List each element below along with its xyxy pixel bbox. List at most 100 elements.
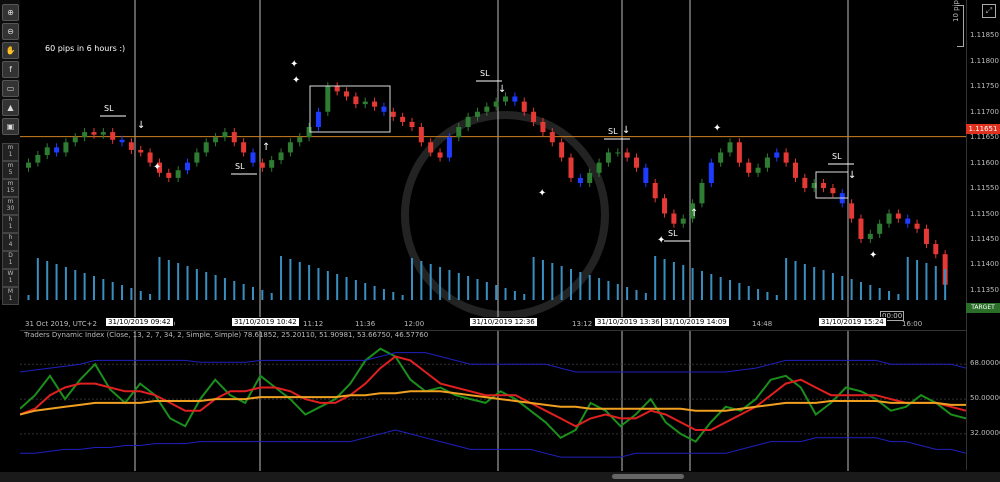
signal-star: ✦	[713, 123, 721, 134]
candle-body	[362, 101, 368, 105]
volume-bar	[532, 257, 535, 300]
candle-body	[680, 218, 686, 224]
sl-label: SL	[104, 104, 114, 113]
timeframe-button-D1[interactable]: D1	[2, 251, 19, 269]
price-chart-svg[interactable]: SL SL SL SL SL SL ↓ ↑ ↓ ↓ ↑ ↓ ✦ ✦ ✦ ✦ ✦ ✦ ✦	[20, 0, 966, 320]
volume-bar	[401, 295, 404, 300]
candle-body	[91, 132, 97, 135]
pips-label: 10 pips	[952, 0, 960, 22]
volume-bar	[223, 278, 226, 300]
consolidation-box	[309, 85, 391, 133]
sl-label: SL	[668, 229, 678, 238]
candle-body	[428, 142, 434, 153]
candle-body	[933, 244, 939, 255]
volume-bar	[242, 284, 245, 300]
paint-icon[interactable]: ▲	[2, 99, 19, 116]
indicator-svg[interactable]	[19, 331, 967, 471]
volume-bar	[878, 288, 881, 300]
volume-bar	[177, 263, 180, 300]
candle-body	[774, 152, 780, 158]
timeframe-button-m30[interactable]: m 30	[2, 197, 19, 215]
volume-bar	[626, 287, 629, 300]
volume-bar	[888, 291, 891, 300]
volume-bar	[83, 273, 86, 300]
timeframe-button-h1[interactable]: h1	[2, 215, 19, 233]
signal-arrow: ↑	[690, 208, 698, 219]
candle-body	[886, 213, 892, 224]
facebook-icon[interactable]: f	[2, 61, 19, 78]
timeframe-button-m15[interactable]: m 15	[2, 179, 19, 197]
candle-body	[746, 162, 752, 173]
candle-body	[792, 162, 798, 178]
volume-bar	[747, 286, 750, 300]
indicator-tick-label: 50.00000	[970, 394, 1000, 403]
volume-bar	[729, 280, 732, 300]
window-icon[interactable]: ▭	[2, 80, 19, 97]
signal-star: ✦	[869, 250, 877, 261]
candle-body	[166, 172, 172, 178]
candle-body	[559, 142, 565, 158]
indicator-panel[interactable]	[19, 330, 967, 471]
timeframe-button-h4[interactable]: h4	[2, 233, 19, 251]
zoom-in-icon[interactable]: ⊕	[2, 4, 19, 21]
candle-body	[390, 111, 396, 117]
volume-bar	[504, 288, 507, 300]
volume-bar	[36, 258, 39, 300]
volume-bar	[261, 290, 264, 300]
hand-icon[interactable]: ✋	[2, 42, 19, 59]
scrollbar-thumb[interactable]	[612, 474, 684, 479]
volume-bar	[513, 291, 516, 300]
timeframe-button-M1[interactable]: M1	[2, 287, 19, 305]
candle-body	[175, 170, 181, 178]
expand-icon[interactable]: ⤢	[982, 4, 996, 18]
candle-body	[718, 152, 724, 163]
price-chart[interactable]: SL SL SL SL SL SL ↓ ↑ ↓ ↓ ↑ ↓ ✦ ✦ ✦ ✦ ✦ ✦ ✦ 60 pips in 6 h…	[20, 0, 966, 320]
price-tick-label: 1.11550	[970, 184, 999, 193]
volume-bar	[635, 290, 638, 300]
volume-bar	[102, 279, 105, 300]
candle-body	[446, 137, 452, 158]
volume-bar	[775, 295, 778, 300]
volume-bar	[392, 292, 395, 300]
candle-body	[297, 137, 303, 143]
volume-bar	[813, 267, 816, 300]
timeframe-button-m5[interactable]: m5	[2, 161, 19, 179]
volume-bar	[560, 266, 563, 300]
volume-bar	[944, 269, 947, 300]
timeframe-button-W1[interactable]: W1	[2, 269, 19, 287]
layers-icon[interactable]: ▣	[2, 118, 19, 135]
candle-body	[372, 101, 378, 107]
candle-body	[138, 149, 144, 153]
candle-body	[185, 162, 191, 171]
time-marker-label: 31/10/2019 12:36	[469, 317, 538, 327]
target-tag: TARGET	[966, 303, 1000, 313]
horizontal-scrollbar[interactable]	[0, 472, 1000, 482]
zoom-out-icon[interactable]: ⊖	[2, 23, 19, 40]
signal-star: ✦	[290, 59, 298, 70]
volume-bar	[785, 258, 788, 300]
candle-body	[736, 142, 742, 163]
volume-bar	[382, 289, 385, 300]
candle-body	[381, 106, 387, 112]
chart-annotation: 60 pips in 6 hours :)	[45, 44, 126, 53]
time-tick-label: 14:48	[752, 320, 773, 328]
time-marker-label: 31/10/2019 13:36	[594, 317, 663, 327]
volume-bar	[149, 294, 152, 300]
indicator-tick-label: 32.00000	[970, 428, 1000, 437]
volume-bar	[579, 272, 582, 300]
volume-bar	[682, 265, 685, 300]
signal-arrow: ↓	[622, 125, 630, 136]
candle-body	[503, 96, 509, 102]
volume-bar	[803, 264, 806, 300]
volume-bar	[672, 262, 675, 300]
signal-star: ✦	[538, 188, 546, 199]
time-tick-label: 13:12	[572, 320, 593, 328]
candle-body	[259, 162, 265, 168]
volume-bar	[158, 257, 161, 300]
volume-bar	[710, 274, 713, 300]
timeframe-button-m1[interactable]: m1	[2, 143, 19, 161]
volume-bar	[757, 289, 760, 300]
candle-body	[287, 142, 293, 153]
volume-bar	[270, 293, 273, 300]
candle-body	[213, 137, 219, 143]
